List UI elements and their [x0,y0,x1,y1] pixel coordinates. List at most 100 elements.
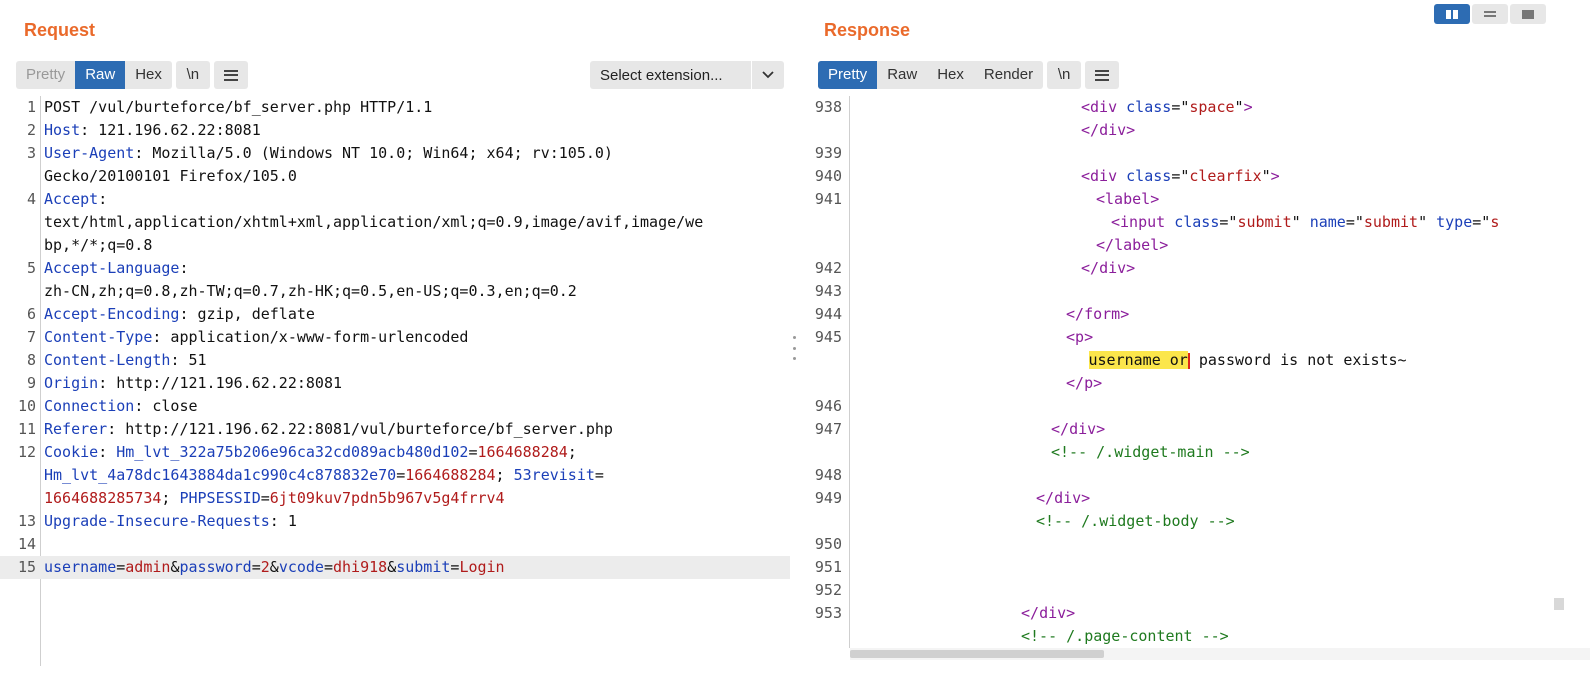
code-token: div [1090,167,1118,185]
request-tab-hex[interactable]: Hex [125,61,172,89]
response-newline-toggle[interactable]: \n [1047,61,1082,89]
code-token: =" [1171,98,1190,116]
code-token: " [1261,167,1271,185]
response-code-line: <!-- /.widget-body --> [812,510,1564,533]
code-token: & [387,558,397,576]
code-token: " [1418,213,1437,231]
response-tab-hex[interactable]: Hex [927,61,974,89]
line-content: bp,*/*;q=0.8 [44,234,152,257]
line-content: <input class="submit" name="submit" type… [1111,211,1499,234]
code-token: </ [1081,259,1100,277]
code-token: name [1309,213,1346,231]
code-token: : [179,259,189,277]
code-token: Hm_lvt_322a75b206e96ca32cd089acb480d102 [116,443,469,461]
tabs-icon[interactable] [1510,4,1546,24]
line-content: <!-- /.widget-main --> [1051,441,1250,464]
line-number: 939 [814,144,842,162]
request-code-line: 11 Referer: http://121.196.62.22:8081/vul… [0,418,790,441]
code-token: </ [1021,604,1040,622]
code-token: </ [1051,420,1070,438]
request-title: Request [24,20,96,40]
request-pane: Request Pretty Raw Hex \n Select extensi… [0,0,804,680]
line-number: 13 [17,512,36,530]
request-editor[interactable]: 1 POST /vul/burteforce/bf_server.php HTTP… [0,96,790,666]
code-token: </ [1066,374,1085,392]
request-tab-pretty[interactable]: Pretty [16,61,75,89]
response-code-line: </div> [812,119,1564,142]
request-newline-toggle[interactable]: \n [175,61,210,89]
line-content: Gecko/20100101 Firefox/105.0 [44,165,297,188]
line-content: <!-- /.page-content --> [1021,625,1229,648]
code-token: : 51 [170,351,207,369]
code-token: clearfix [1189,167,1262,185]
response-editor[interactable]: 938 <div class="space"> </div> 939 940 <div c… [812,96,1564,648]
code-token: > [1066,604,1076,622]
line-number: 941 [814,190,842,208]
line-number: 10 [17,397,36,415]
code-token: Origin [44,374,99,392]
code-token: Referer [44,420,108,438]
line-number: 946 [814,397,842,415]
line-number: 4 [26,190,36,208]
request-menu-button[interactable] [213,61,248,89]
select-extension-dropdown[interactable]: Select extension... [590,61,784,89]
line-content: Accept-Encoding: gzip, deflate [44,303,315,326]
line-number: 14 [17,535,36,553]
response-code-line: </p> [812,372,1564,395]
line-number: 15 [17,558,36,576]
code-token: > [1126,259,1136,277]
code-token: 1664688284 [405,466,496,484]
pane-splitter-handle[interactable] [790,336,798,360]
code-token: =" [1345,213,1364,231]
line-number: 5 [26,259,36,277]
code-token: PHPSESSID [179,489,261,507]
line-number: 11 [17,420,36,438]
line-number: 942 [814,259,842,277]
scrollbar-thumb[interactable] [850,650,1104,658]
response-code-line: 949 </div> [812,487,1564,510]
request-code-line: Gecko/20100101 Firefox/105.0 [0,165,790,188]
side-by-side-icon[interactable] [1434,4,1470,24]
code-token: Connection [44,397,135,415]
request-code-line: 4 Accept: [0,188,790,211]
request-view-tabs: Pretty Raw Hex [16,61,172,89]
request-code-line: 14 [0,533,790,556]
stacked-icon[interactable] [1472,4,1508,24]
response-tab-pretty[interactable]: Pretty [818,61,878,89]
code-token: = [251,558,261,576]
response-tab-render[interactable]: Render [974,61,1043,89]
code-token: Content-Length [44,351,171,369]
code-token: < [1066,328,1076,346]
response-menu-button[interactable] [1085,61,1120,89]
response-code-line: 942 </div> [812,257,1564,280]
horizontal-scrollbar[interactable] [850,648,1590,660]
request-tab-raw[interactable]: Raw [75,61,126,89]
code-token: username or [1088,351,1188,369]
request-code-line: 8 Content-Length: 51 [0,349,790,372]
request-code-line: 10 Connection: close [0,395,790,418]
code-token: : http://121.196.62.22:8081 [98,374,343,392]
code-token: < [1111,213,1121,231]
response-code-line: </label> [812,234,1564,257]
code-token: : [98,190,108,208]
code-token: = [116,558,126,576]
code-token: > [1126,121,1136,139]
response-code-line: 939 [812,142,1564,165]
line-content: Content-Length: 51 [44,349,207,372]
code-token: = [260,489,270,507]
response-tab-raw[interactable]: Raw [877,61,927,89]
response-code-line: 946 [812,395,1564,418]
vertical-scroll-marker[interactable] [1554,598,1564,610]
code-token: > [1084,328,1094,346]
chevron-down-icon [752,61,784,89]
line-content: </div> [1036,487,1090,510]
line-number: 947 [814,420,842,438]
code-token: < [1096,190,1106,208]
response-code-line: 948 [812,464,1564,487]
code-token: " [1291,213,1310,231]
response-code-line: 940 <div class="clearfix"> [812,165,1564,188]
code-token: : gzip, deflate [179,305,315,323]
code-token: > [1243,98,1253,116]
